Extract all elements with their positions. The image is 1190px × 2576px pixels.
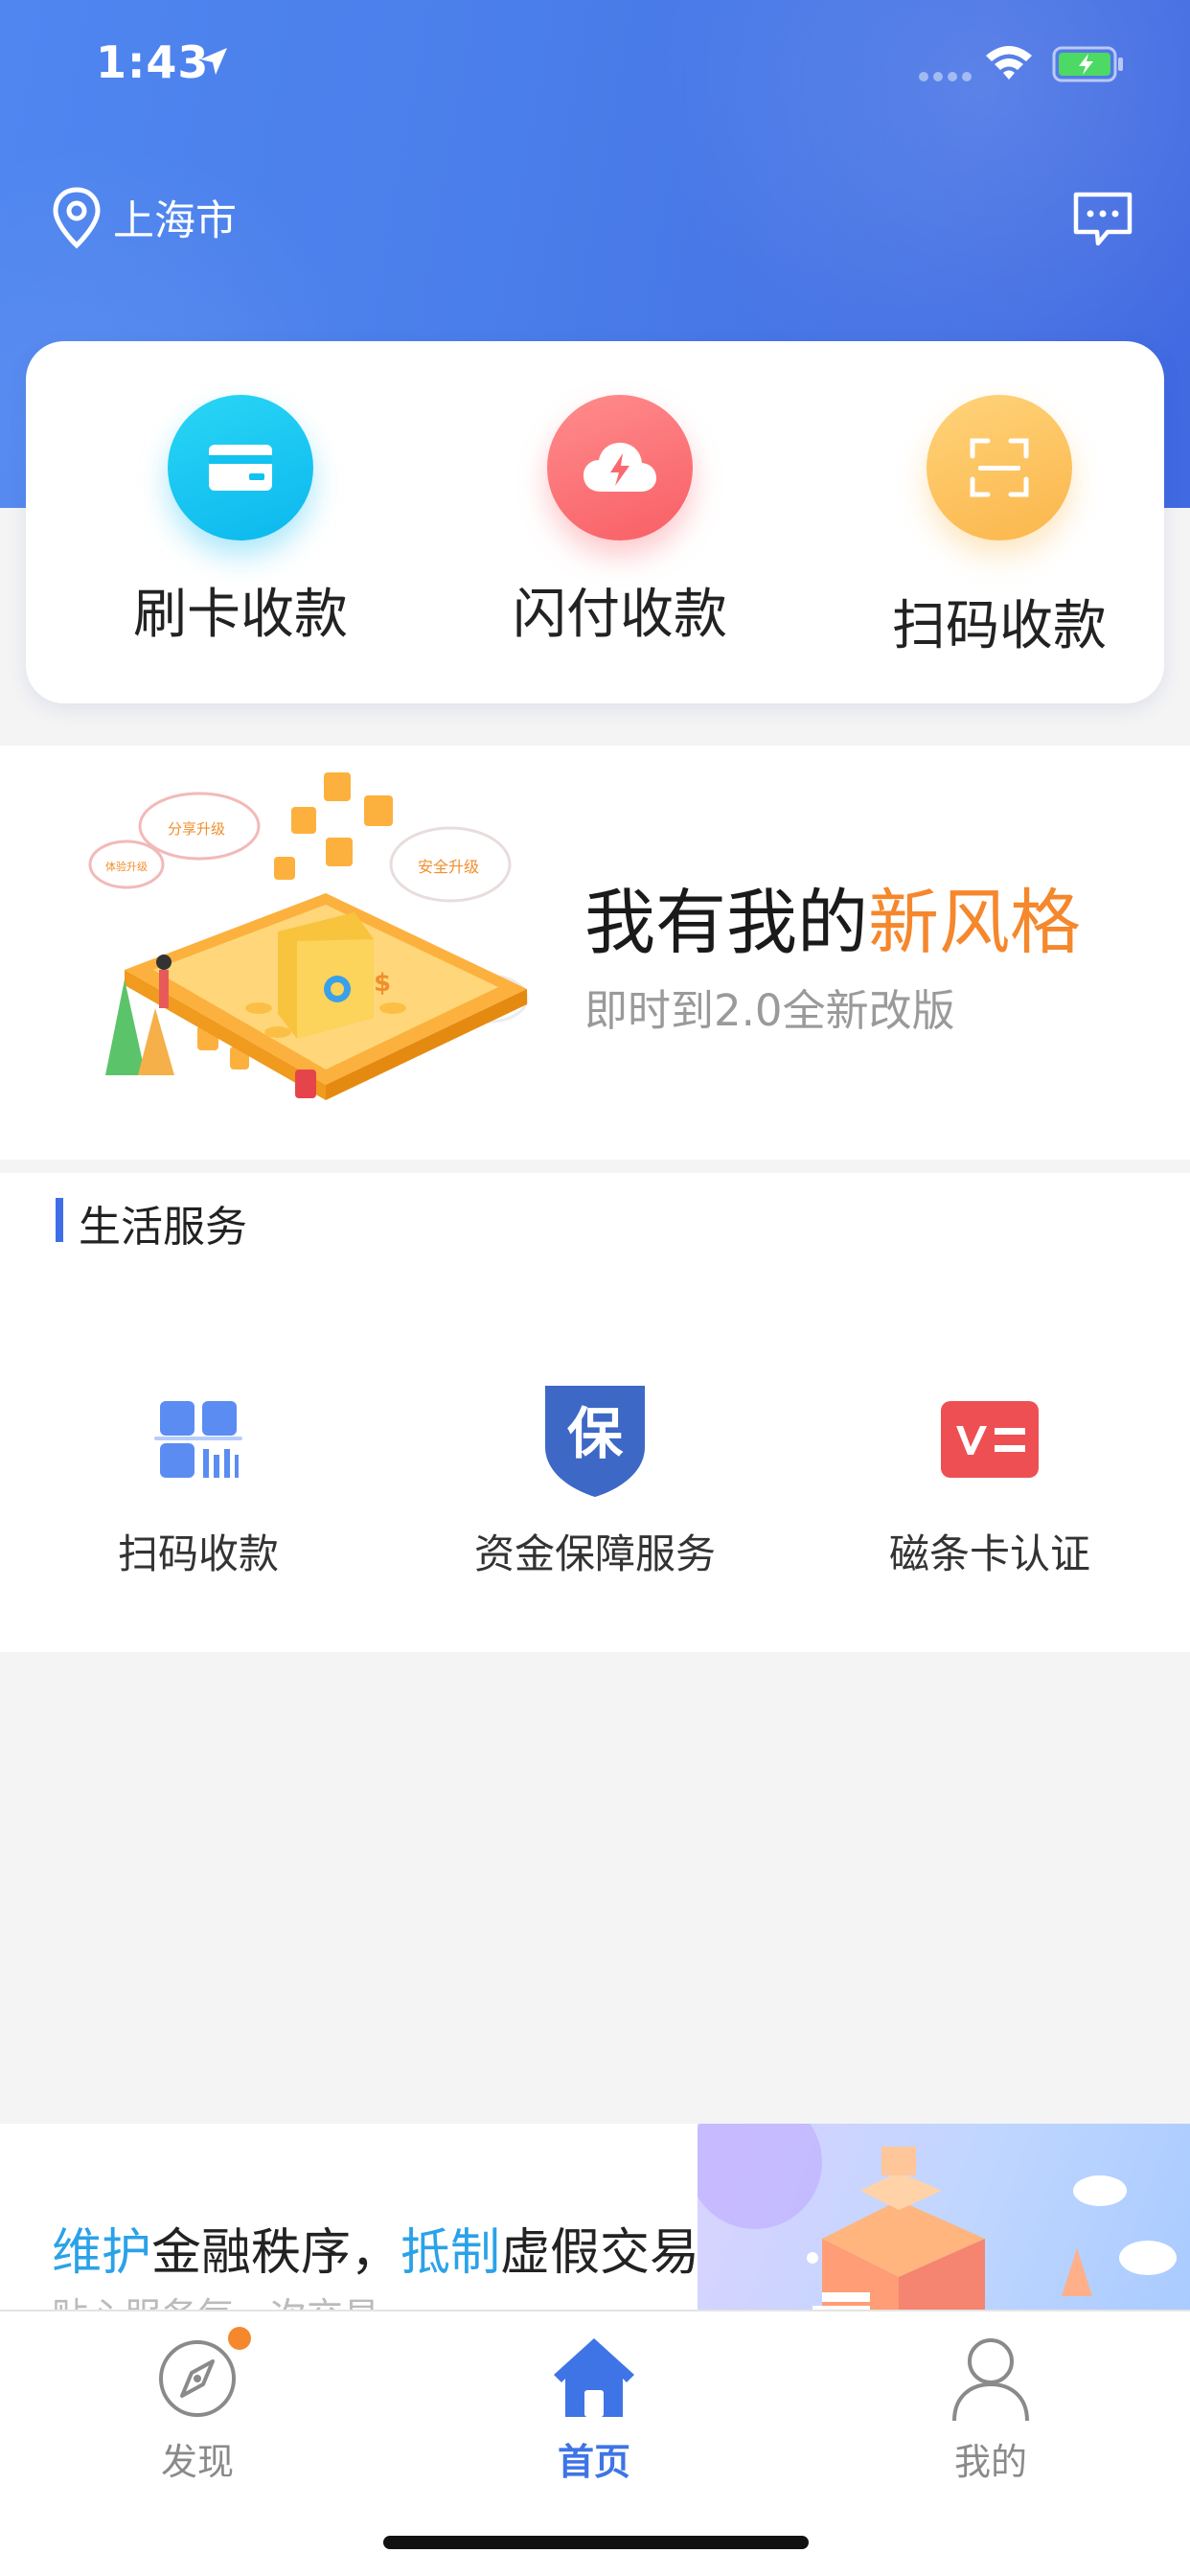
- shield-bao-icon: 保: [538, 1382, 652, 1497]
- quickpass-payment-button[interactable]: 闪付收款: [486, 395, 754, 649]
- card-payment-button[interactable]: 刷卡收款: [106, 395, 375, 649]
- promo-title: 维护金融秩序，抵制虚假交易: [52, 2224, 700, 2282]
- signal-dots-icon: [919, 72, 972, 81]
- tab-discover[interactable]: 发现: [92, 2327, 303, 2485]
- svg-text:保: 保: [567, 1401, 624, 1466]
- quick-actions-card: 刷卡收款 闪付收款 扫码收款: [26, 341, 1164, 703]
- tab-label: 首页: [557, 2441, 630, 2483]
- headline-plain: 我有我的: [584, 882, 868, 964]
- compass-icon: [149, 2327, 251, 2425]
- message-icon[interactable]: [1071, 190, 1134, 249]
- quick-action-label: 刷卡收款: [133, 584, 348, 646]
- promo-banner[interactable]: 分享升级 体验升级 安全升级 $ 我有我的新风格 即时到2.0全新改版: [0, 746, 1190, 1160]
- tab-label: 发现: [160, 2441, 234, 2483]
- service-label: 磁条卡认证: [888, 1530, 1090, 1577]
- qr-code-icon: [141, 1382, 256, 1497]
- wifi-icon: [986, 46, 1032, 80]
- tab-mine[interactable]: 我的: [885, 2329, 1096, 2485]
- bottom-promo-banner[interactable]: 维护金融秩序，抵制虚假交易 贴心服务每一次交易: [0, 2124, 1190, 2315]
- tab-label: 我的: [953, 2441, 1027, 2483]
- promo-illustration: [688, 2124, 1190, 2315]
- quick-action-label: 扫码收款: [892, 595, 1107, 657]
- service-label: 扫码收款: [117, 1530, 279, 1577]
- service-magstripe-auth[interactable]: 磁条卡认证: [832, 1382, 1148, 1580]
- phone-upgrade-illustration: 分享升级 体验升级 安全升级 $: [88, 772, 529, 1100]
- card-icon: [168, 395, 313, 540]
- life-services-section: 生活服务 扫码收款 保 资金保障服务 磁条卡认证: [0, 1173, 1190, 1652]
- battery-charging-icon: [1052, 46, 1123, 82]
- svg-text:分享升级: 分享升级: [168, 820, 225, 838]
- notification-dot: [228, 2327, 251, 2350]
- user-icon: [943, 2329, 1039, 2425]
- banner-subtitle: 即时到2.0全新改版: [584, 985, 955, 1036]
- headline-highlight: 新风格: [868, 882, 1081, 964]
- section-title: 生活服务: [79, 1203, 247, 1252]
- banner-headline: 我有我的新风格: [584, 865, 1081, 968]
- cloud-flash-icon: [547, 395, 693, 540]
- status-time: 1:43: [96, 36, 210, 88]
- svg-text:安全升级: 安全升级: [418, 858, 479, 876]
- city-selector[interactable]: 上海市: [50, 186, 237, 249]
- service-fund-protection[interactable]: 保 资金保障服务: [437, 1382, 753, 1580]
- scan-payment-button[interactable]: 扫码收款: [865, 395, 1133, 660]
- location-arrow-icon: [200, 48, 227, 75]
- location-pin-icon: [53, 187, 101, 249]
- svg-text:体验升级: 体验升级: [105, 860, 148, 873]
- scan-icon: [927, 395, 1072, 540]
- v-card-icon: [932, 1382, 1047, 1497]
- quick-action-label: 闪付收款: [513, 584, 727, 646]
- service-scan-payment[interactable]: 扫码收款: [40, 1382, 356, 1580]
- home-icon: [546, 2329, 642, 2425]
- service-label: 资金保障服务: [473, 1530, 716, 1577]
- svg-text:$: $: [374, 969, 391, 998]
- section-accent-bar: [56, 1198, 63, 1242]
- tab-home[interactable]: 首页: [489, 2329, 699, 2485]
- home-indicator: [383, 2536, 809, 2549]
- status-bar: 1:43: [0, 0, 1190, 126]
- city-name: 上海市: [113, 197, 237, 245]
